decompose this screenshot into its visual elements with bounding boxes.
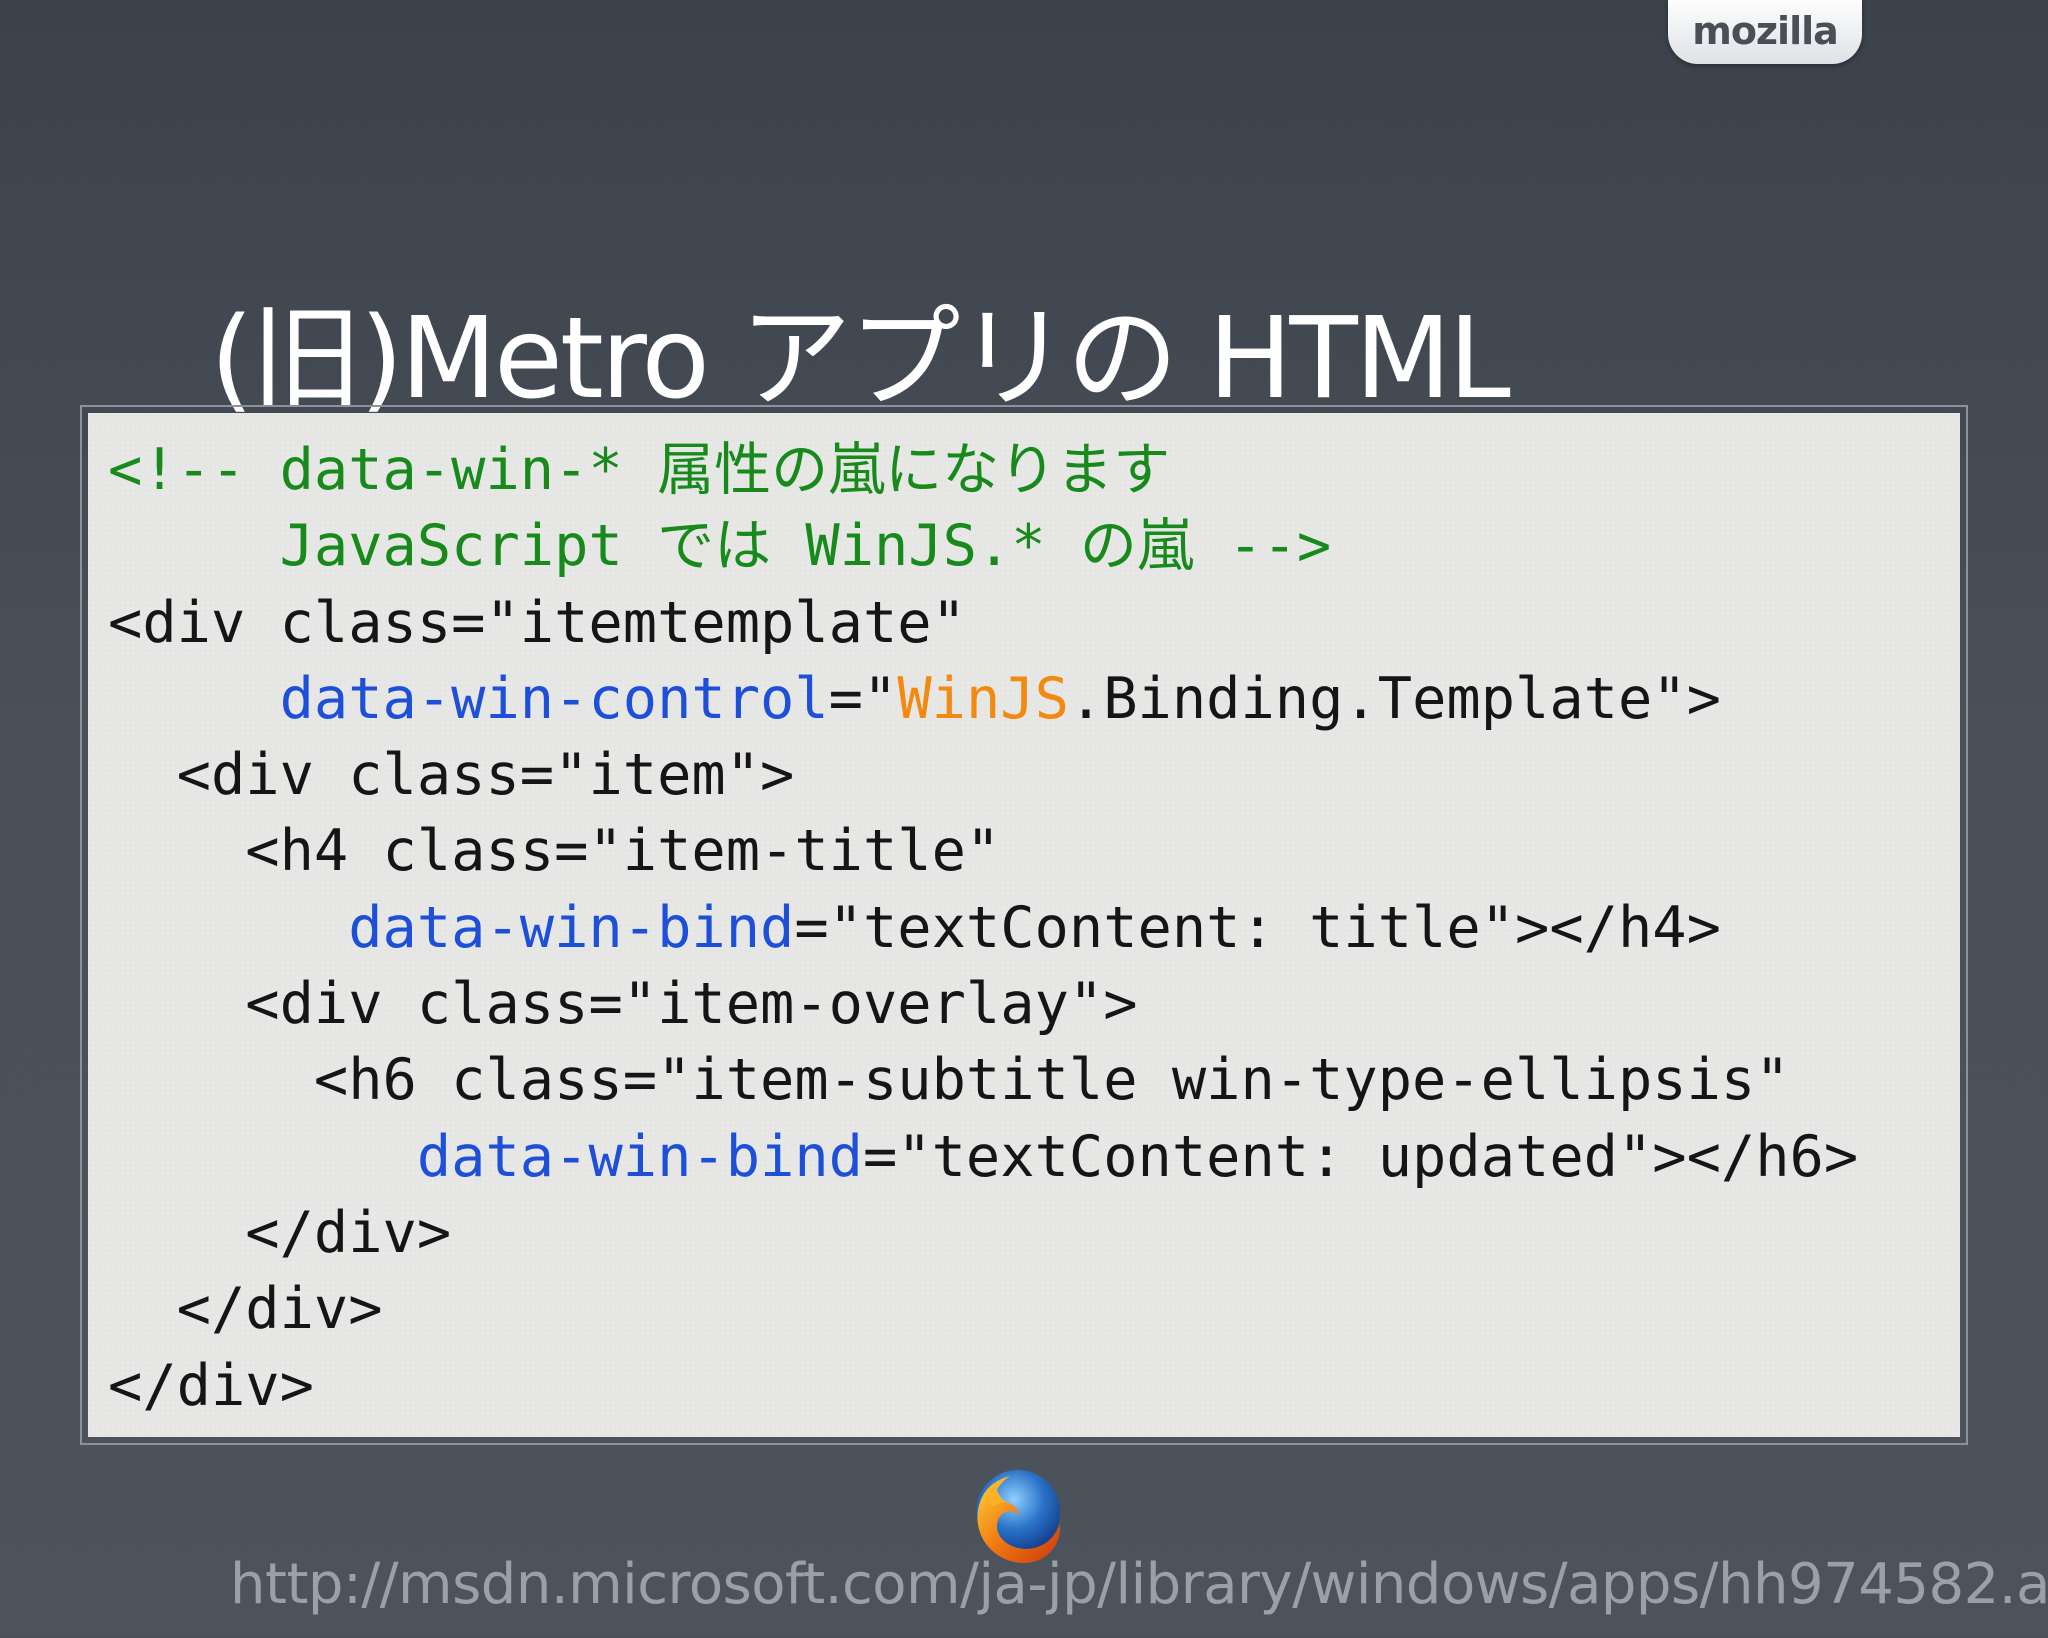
code-block: <!-- data-win-* 属性の嵐になります JavaScript では …	[108, 432, 1858, 1424]
code-comment: JavaScript では WinJS.* の嵐 -->	[279, 513, 1332, 580]
code-text: <div class="itemtemplate"	[108, 589, 966, 656]
code-text: ="textContent: title"></h4>	[794, 894, 1721, 961]
code-text: .Binding.Template">	[1068, 665, 1721, 732]
code-attribute: data-win-control	[279, 665, 829, 732]
code-text: <div class="item">	[176, 742, 795, 809]
code-line-12: </div>	[108, 1271, 1858, 1347]
code-line-5: <div class="item">	[108, 737, 1858, 813]
code-line-1: <!-- data-win-* 属性の嵐になります	[108, 432, 1858, 508]
code-line-11: </div>	[108, 1195, 1858, 1271]
code-line-4: data-win-control="WinJS.Binding.Template…	[108, 661, 1858, 737]
code-attribute: data-win-bind	[348, 894, 795, 961]
code-text: <h4 class="item-title"	[245, 818, 1001, 885]
code-text: ="textContent: updated"></h6>	[862, 1123, 1859, 1190]
code-namespace: WinJS	[897, 665, 1069, 732]
code-line-9: <h6 class="item-subtitle win-type-ellips…	[108, 1042, 1858, 1118]
code-text: <h6 class="item-subtitle win-type-ellips…	[313, 1047, 1790, 1114]
code-text: </div>	[176, 1276, 383, 1343]
code-text: </div>	[108, 1352, 314, 1419]
code-line-2: JavaScript では WinJS.* の嵐 -->	[108, 508, 1858, 584]
code-attribute: data-win-bind	[416, 1123, 863, 1190]
source-url: http://msdn.microsoft.com/ja-jp/library/…	[230, 1552, 2048, 1617]
mozilla-wordmark: mozilla	[1692, 9, 1839, 53]
code-line-10: data-win-bind="textContent: updated"></h…	[108, 1119, 1858, 1195]
code-line-3: <div class="itemtemplate"	[108, 585, 1858, 661]
code-comment: <!-- data-win-* 属性の嵐になります	[108, 437, 1171, 503]
code-line-8: <div class="item-overlay">	[108, 966, 1858, 1042]
code-line-13: </div>	[108, 1348, 1858, 1424]
code-line-7: data-win-bind="textContent: title"></h4>	[108, 890, 1858, 966]
code-text: <div class="item-overlay">	[245, 971, 1138, 1038]
mozilla-tab: mozilla	[1668, 0, 1862, 64]
code-text: ="	[828, 665, 898, 732]
code-line-6: <h4 class="item-title"	[108, 813, 1858, 889]
code-text: </div>	[245, 1199, 452, 1266]
